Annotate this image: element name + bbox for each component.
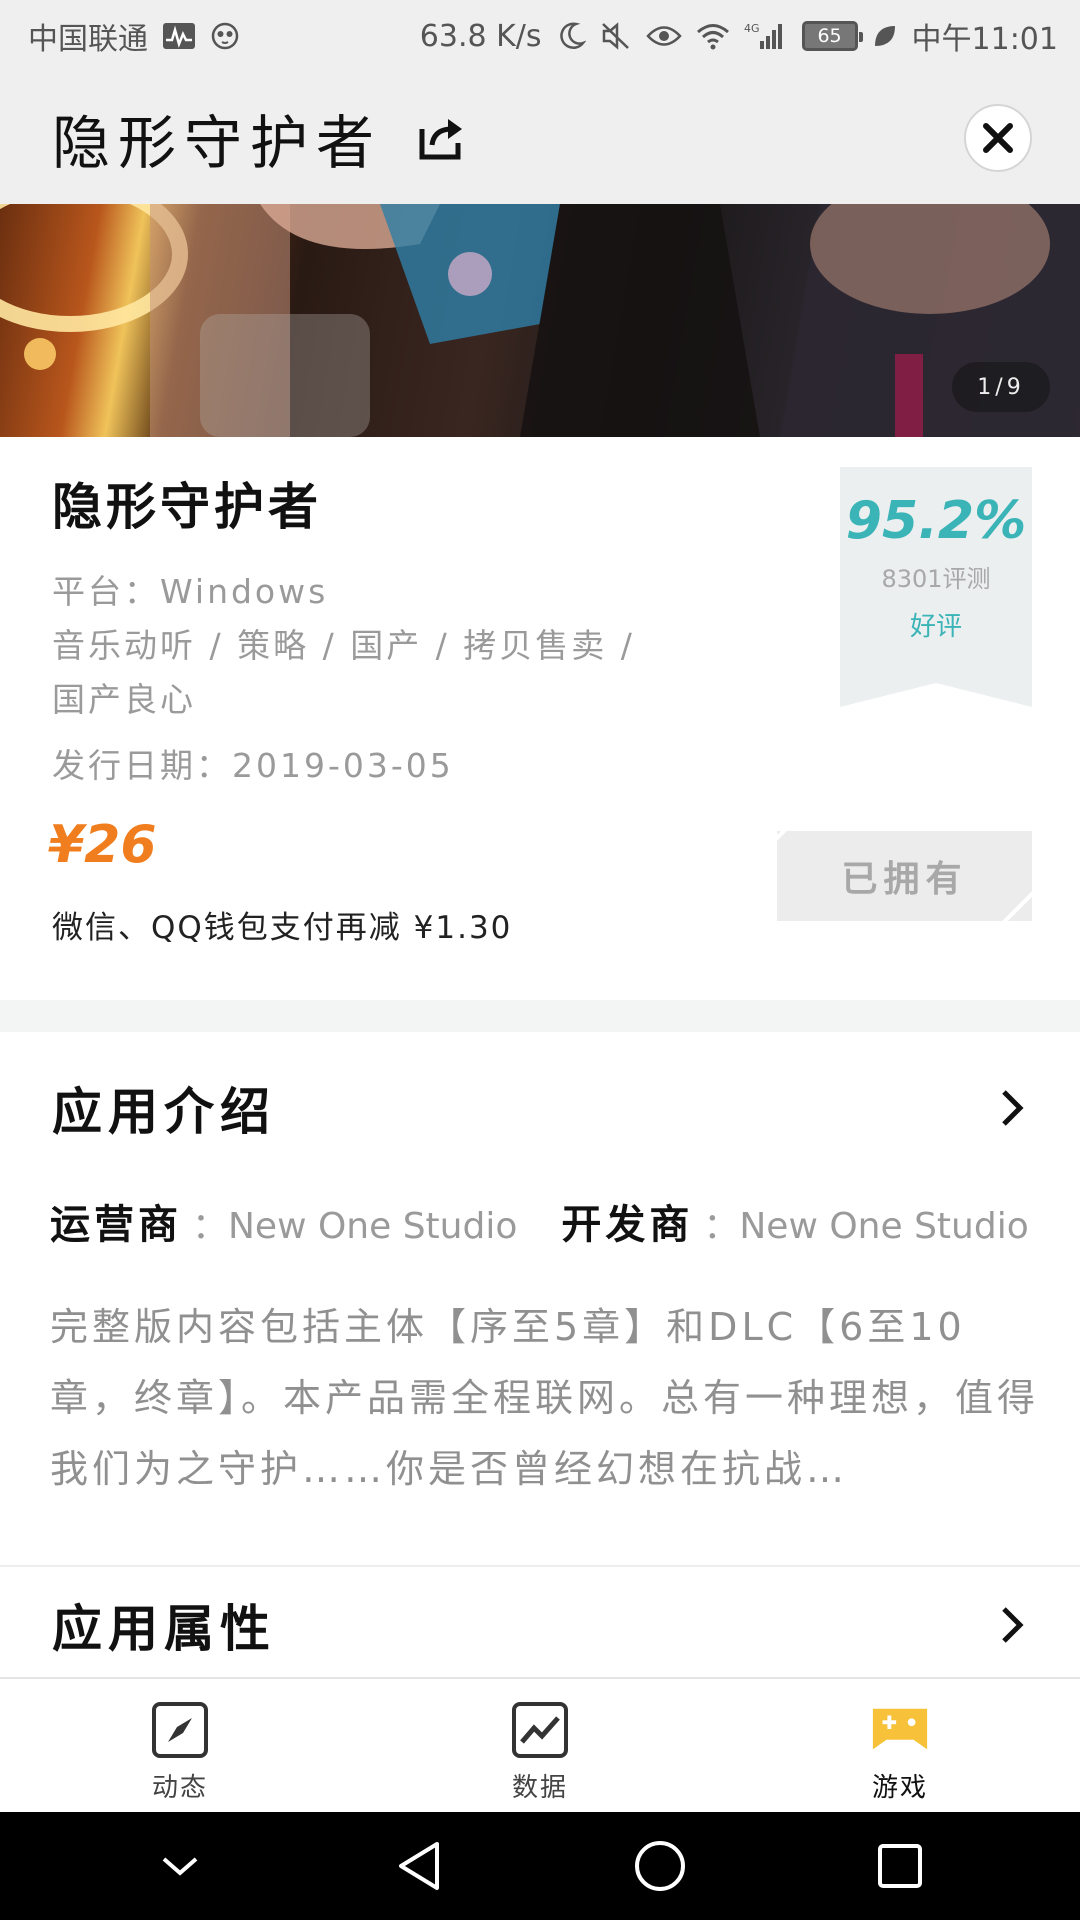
wifi-icon	[696, 22, 730, 50]
app-intro-section: 应用介绍 运营商 ：New One Studio 开发商 ：New One St…	[0, 1032, 1080, 1567]
chevron-down-icon	[162, 1857, 198, 1876]
compass-icon	[149, 1699, 211, 1761]
tags-line-2: 国产良心	[52, 680, 196, 719]
app-description[interactable]: 完整版内容包括主体【序至5章】和DLC【6至10章，终章】。本产品需全程联网。总…	[50, 1292, 1040, 1505]
payment-discount: 微信、QQ钱包支付再减 ¥1.30	[52, 910, 513, 946]
tab-games-label: 游戏	[871, 1773, 928, 1803]
platform-label: 平台：	[52, 572, 160, 611]
app-intro-header[interactable]: 应用介绍	[52, 1072, 1032, 1144]
home-button[interactable]	[620, 1826, 700, 1906]
owl-app-icon	[210, 21, 240, 51]
mute-icon	[600, 21, 632, 51]
svg-text:4G: 4G	[744, 22, 760, 35]
app-attributes-header[interactable]: 应用属性	[52, 1589, 1032, 1661]
back-triangle-icon	[399, 1842, 439, 1890]
app-intro-title: 应用介绍	[52, 1083, 276, 1141]
tab-games[interactable]: 游戏	[720, 1679, 1080, 1812]
gamepad-icon	[869, 1699, 931, 1761]
game-name: 隐形守护者	[52, 478, 322, 536]
status-left: 中国联通	[28, 14, 240, 58]
operator-value: ：New One Studio	[192, 1206, 518, 1247]
bottom-tab-bar: 动态 数据 游戏	[0, 1677, 1080, 1812]
battery-level: 65	[817, 25, 842, 47]
developer-value: ：New One Studio	[703, 1206, 1029, 1247]
developer-label: 开发商	[561, 1202, 694, 1248]
rating-label: 好评	[909, 612, 962, 642]
company-line: 运营商 ：New One Studio 开发商 ：New One Studio	[50, 1192, 1029, 1250]
section-divider	[0, 1000, 1080, 1032]
leaf-icon	[872, 23, 898, 49]
carousel-counter: 1/9	[952, 362, 1050, 412]
recents-square-icon	[878, 1844, 922, 1888]
screenshot-carousel[interactable]: 1/9	[0, 204, 1080, 437]
collapse-button[interactable]	[140, 1826, 220, 1906]
tab-feed[interactable]: 动态	[0, 1679, 360, 1812]
status-bar: 中国联通 63.8 K/s 4G 65 中午11:01	[0, 0, 1080, 72]
cell-signal-icon: 4G	[744, 21, 788, 51]
app-attributes-title: 应用属性	[52, 1600, 276, 1658]
owned-label: 已拥有	[841, 859, 968, 900]
activity-monitor-icon	[162, 22, 196, 50]
release-line: 发行日期：2019-03-05	[52, 739, 454, 787]
review-count: 8301评测	[881, 565, 991, 593]
recents-button[interactable]	[860, 1826, 940, 1906]
tab-data-label: 数据	[511, 1773, 568, 1803]
page-title: 隐形守护者	[52, 109, 383, 177]
game-info-section: 隐形守护者 平台：Windows 音乐动听 / 策略 / 国产 / 拷贝售卖 /…	[0, 437, 1080, 1000]
release-date: 2019-03-05	[232, 746, 454, 785]
eye-icon	[645, 23, 682, 49]
carrier-name: 中国联通	[28, 22, 148, 57]
battery-icon: 65	[801, 21, 863, 51]
share-button[interactable]	[416, 113, 466, 163]
price: ¥26	[48, 815, 157, 875]
platform-value: Windows	[160, 572, 329, 611]
close-icon	[983, 123, 1013, 153]
tab-data[interactable]: 数据	[360, 1679, 720, 1812]
system-navigation-bar	[0, 1812, 1080, 1920]
moon-icon	[556, 21, 586, 51]
status-right: 63.8 K/s 4G 65 中午11:01	[420, 14, 1058, 58]
chart-icon	[509, 1699, 571, 1761]
owned-button[interactable]: 已拥有	[777, 831, 1032, 921]
rating-badge[interactable]: 95.2% 8301评测 好评	[840, 467, 1032, 707]
chevron-right-icon	[992, 1605, 1032, 1645]
rating-score: 95.2%	[845, 491, 1027, 551]
clock: 中午11:01	[911, 22, 1058, 57]
hero-image	[0, 204, 1080, 437]
title-bar: 隐形守护者	[0, 72, 1080, 204]
net-speed: 63.8 K/s	[419, 18, 542, 54]
tags-line-1: 音乐动听 / 策略 / 国产 / 拷贝售卖 /	[52, 626, 635, 665]
release-label: 发行日期：	[52, 746, 232, 785]
platform-line: 平台：Windows	[52, 565, 328, 613]
tab-feed-label: 动态	[151, 1773, 208, 1803]
back-button[interactable]	[380, 1826, 460, 1906]
app-attributes-section: 应用属性	[0, 1567, 1080, 1677]
operator-label: 运营商	[50, 1202, 182, 1248]
home-circle-icon	[635, 1841, 685, 1891]
close-button[interactable]	[964, 104, 1032, 172]
share-icon	[419, 119, 463, 160]
chevron-right-icon	[992, 1088, 1032, 1128]
